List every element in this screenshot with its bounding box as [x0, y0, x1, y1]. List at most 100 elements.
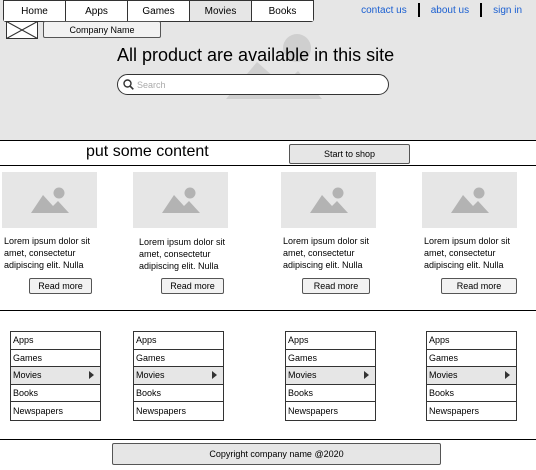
about-us-link[interactable]: about us: [431, 5, 469, 16]
search-icon: [123, 79, 134, 90]
menu-item-label: Movies: [136, 370, 165, 381]
menu-item-label: Games: [288, 352, 318, 363]
tab-label: Home: [21, 5, 48, 17]
product-card: Lorem ipsum dolor sit amet, consectetur …: [281, 172, 376, 294]
card-description: Lorem ipsum dolor sit amet, consectetur …: [283, 236, 370, 270]
product-card: Lorem ipsum dolor sit amet, consectetur …: [422, 172, 517, 294]
read-more-label: Read more: [170, 281, 215, 291]
card-image: [422, 172, 517, 228]
menu-item-label: Newspapers: [13, 406, 64, 417]
menu-item-label: Newspapers: [288, 406, 339, 417]
card-image: [133, 172, 228, 228]
category-menu: Apps Games Movies Books Newspapers: [426, 331, 517, 421]
logo-placeholder-icon: [6, 21, 38, 39]
tab-label: Movies: [204, 5, 237, 17]
menu-item-label: Games: [13, 352, 43, 363]
menu-item-apps[interactable]: Apps: [427, 332, 516, 350]
read-more-button[interactable]: Read more: [441, 278, 517, 294]
section-divider: [0, 310, 536, 311]
menu-item-label: Games: [136, 352, 166, 363]
tab-movies[interactable]: Movies: [190, 1, 252, 21]
tab-apps[interactable]: Apps: [66, 1, 128, 21]
menu-item-label: Books: [13, 388, 39, 399]
category-menu: Apps Games Movies Books Newspapers: [10, 331, 101, 421]
tab-label: Games: [142, 5, 175, 17]
footer-divider: [0, 439, 536, 440]
image-placeholder-icon: [30, 187, 69, 213]
menu-item-label: Apps: [136, 335, 157, 346]
menu-item-books[interactable]: Books: [427, 385, 516, 403]
menu-item-apps[interactable]: Apps: [134, 332, 223, 350]
card-description: Lorem ipsum dolor sit amet, consectetur …: [4, 236, 91, 270]
card-description: Lorem ipsum dolor sit amet, consectetur …: [424, 236, 511, 270]
read-more-label: Read more: [38, 281, 83, 291]
menu-item-books[interactable]: Books: [134, 385, 223, 403]
link-divider: [480, 3, 483, 17]
menu-item-apps[interactable]: Apps: [286, 332, 375, 350]
read-more-button[interactable]: Read more: [302, 278, 370, 294]
main-nav-tabs: Home Apps Games Movies Books: [3, 0, 314, 22]
menu-item-newspapers[interactable]: Newspapers: [134, 402, 223, 420]
card-image: [2, 172, 97, 228]
menu-item-movies[interactable]: Movies: [11, 367, 100, 385]
content-strip: put some content Start to shop: [0, 141, 536, 166]
tab-label: Books: [268, 5, 297, 17]
product-card: Lorem ipsum dolor sit amet, consectetur …: [133, 172, 228, 294]
chevron-right-icon: [364, 371, 369, 380]
image-placeholder-icon: [309, 187, 348, 213]
tab-label: Apps: [85, 5, 108, 17]
menu-item-label: Movies: [13, 370, 42, 381]
menu-item-label: Apps: [288, 335, 309, 346]
read-more-button[interactable]: Read more: [161, 278, 224, 294]
read-more-button[interactable]: Read more: [29, 278, 92, 294]
tab-games[interactable]: Games: [128, 1, 190, 21]
menu-item-label: Games: [429, 352, 459, 363]
menu-item-books[interactable]: Books: [11, 385, 100, 403]
menu-item-movies[interactable]: Movies: [134, 367, 223, 385]
copyright-text: Copyright company name @2020: [209, 449, 344, 459]
menu-item-label: Newspapers: [136, 406, 187, 417]
start-shop-button[interactable]: Start to shop: [289, 144, 410, 164]
image-placeholder-icon: [450, 187, 489, 213]
copyright-bar: Copyright company name @2020: [112, 443, 441, 465]
menu-item-games[interactable]: Games: [427, 350, 516, 368]
link-divider: [417, 3, 420, 17]
search-box[interactable]: [117, 74, 389, 95]
menu-item-movies[interactable]: Movies: [427, 367, 516, 385]
menu-item-movies[interactable]: Movies: [286, 367, 375, 385]
company-name-button[interactable]: Company Name: [43, 21, 161, 38]
menu-item-label: Apps: [13, 335, 34, 346]
menu-item-newspapers[interactable]: Newspapers: [427, 402, 516, 420]
category-menu: Apps Games Movies Books Newspapers: [133, 331, 224, 421]
menu-item-label: Movies: [429, 370, 458, 381]
tab-home[interactable]: Home: [4, 1, 66, 21]
tab-books[interactable]: Books: [252, 1, 313, 21]
menu-item-games[interactable]: Games: [286, 350, 375, 368]
menu-item-apps[interactable]: Apps: [11, 332, 100, 350]
hero-banner: Home Apps Games Movies Books contact us …: [0, 0, 536, 141]
menu-item-games[interactable]: Games: [134, 350, 223, 368]
menu-item-newspapers[interactable]: Newspapers: [286, 402, 375, 420]
menu-item-newspapers[interactable]: Newspapers: [11, 402, 100, 420]
card-description: Lorem ipsum dolor sit amet, consectetur …: [139, 237, 226, 271]
hero-headline: All product are available in this site: [117, 45, 395, 65]
menu-item-label: Books: [136, 388, 162, 399]
card-image: [281, 172, 376, 228]
category-menu: Apps Games Movies Books Newspapers: [285, 331, 376, 421]
menu-item-games[interactable]: Games: [11, 350, 100, 368]
product-card: Lorem ipsum dolor sit amet, consectetur …: [2, 172, 97, 294]
menu-item-label: Books: [288, 388, 314, 399]
image-placeholder-icon: [161, 187, 200, 213]
sign-in-link[interactable]: sign in: [493, 5, 522, 16]
top-links: contact us about us sign in: [361, 3, 522, 17]
read-more-label: Read more: [313, 281, 359, 291]
content-heading: put some content: [86, 143, 209, 160]
chevron-right-icon: [505, 371, 510, 380]
company-name-label: Company Name: [69, 24, 135, 35]
menu-item-label: Movies: [288, 370, 317, 381]
menu-item-books[interactable]: Books: [286, 385, 375, 403]
search-input[interactable]: [137, 79, 367, 90]
menu-item-label: Books: [429, 388, 455, 399]
menu-item-label: Newspapers: [429, 406, 480, 417]
contact-us-link[interactable]: contact us: [361, 5, 407, 16]
